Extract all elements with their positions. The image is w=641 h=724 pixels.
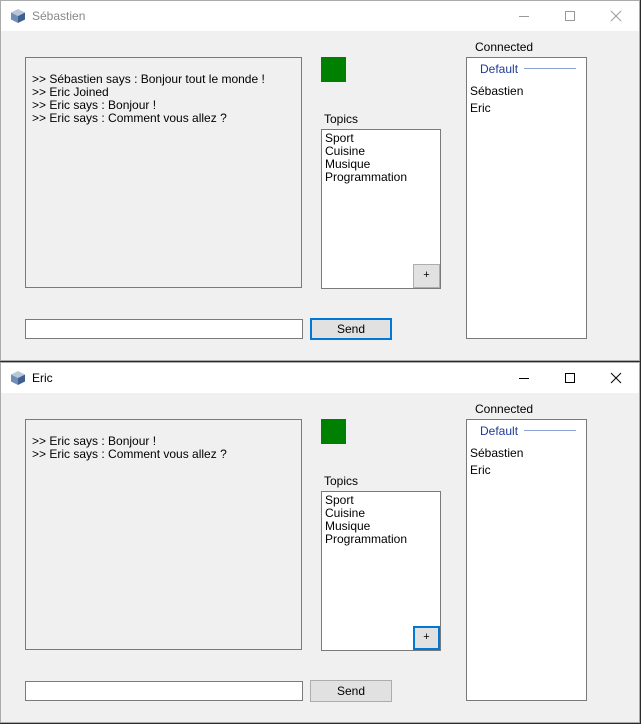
user-item[interactable]: Sébastien [470, 445, 523, 462]
topics-label: Topics [324, 112, 359, 126]
close-icon [610, 372, 622, 384]
title-bar[interactable]: Sébastien [1, 1, 639, 31]
chat-line: >> Eric says : Comment vous allez ? [32, 111, 227, 125]
chat-window-eric: Eric >> Eric says : Bonjour ! >> Eric sa… [0, 362, 640, 723]
maximize-button[interactable] [547, 363, 593, 393]
chat-log: >> Eric says : Bonjour ! >> Eric says : … [25, 419, 302, 650]
maximize-icon [565, 373, 575, 383]
app-icon [11, 371, 25, 385]
chat-log: >> Sébastien says : Bonjour tout le mond… [25, 57, 302, 288]
connection-status-indicator [321, 419, 346, 444]
connected-label: Connected [475, 402, 534, 416]
add-topic-button[interactable]: + [413, 264, 440, 288]
user-item[interactable]: Eric [470, 462, 523, 479]
send-button[interactable]: Send [310, 318, 392, 340]
minimize-icon [519, 378, 529, 379]
maximize-icon [565, 11, 575, 21]
app-icon [11, 9, 25, 23]
close-button[interactable] [593, 363, 639, 393]
message-input[interactable] [25, 681, 303, 701]
topic-item[interactable]: Programmation [325, 171, 437, 184]
chat-window-sebastien: Sébastien >> Sébastien says : Bonjour to… [0, 0, 640, 361]
chat-line: >> Eric says : Comment vous allez ? [32, 447, 227, 461]
group-header: Default [480, 62, 519, 76]
connected-users-list[interactable]: Default Sébastien Eric [466, 57, 587, 339]
send-button[interactable]: Send [310, 680, 392, 702]
topics-label: Topics [324, 474, 359, 488]
connected-label: Connected [475, 40, 534, 54]
window-title: Eric [32, 371, 53, 385]
message-input[interactable] [25, 319, 303, 339]
close-icon [610, 10, 622, 22]
minimize-icon [519, 16, 529, 17]
connection-status-indicator [321, 57, 346, 82]
close-button[interactable] [593, 1, 639, 31]
user-item[interactable]: Sébastien [470, 83, 523, 100]
connected-users-list[interactable]: Default Sébastien Eric [466, 419, 587, 701]
group-divider [524, 68, 576, 69]
group-header: Default [480, 424, 519, 438]
user-item[interactable]: Eric [470, 100, 523, 117]
minimize-button[interactable] [501, 1, 547, 31]
maximize-button[interactable] [547, 1, 593, 31]
window-title: Sébastien [32, 9, 86, 23]
title-bar[interactable]: Eric [1, 363, 639, 393]
topic-item[interactable]: Programmation [325, 533, 437, 546]
add-topic-button[interactable]: + [413, 626, 440, 650]
group-divider [524, 430, 576, 431]
minimize-button[interactable] [501, 363, 547, 393]
